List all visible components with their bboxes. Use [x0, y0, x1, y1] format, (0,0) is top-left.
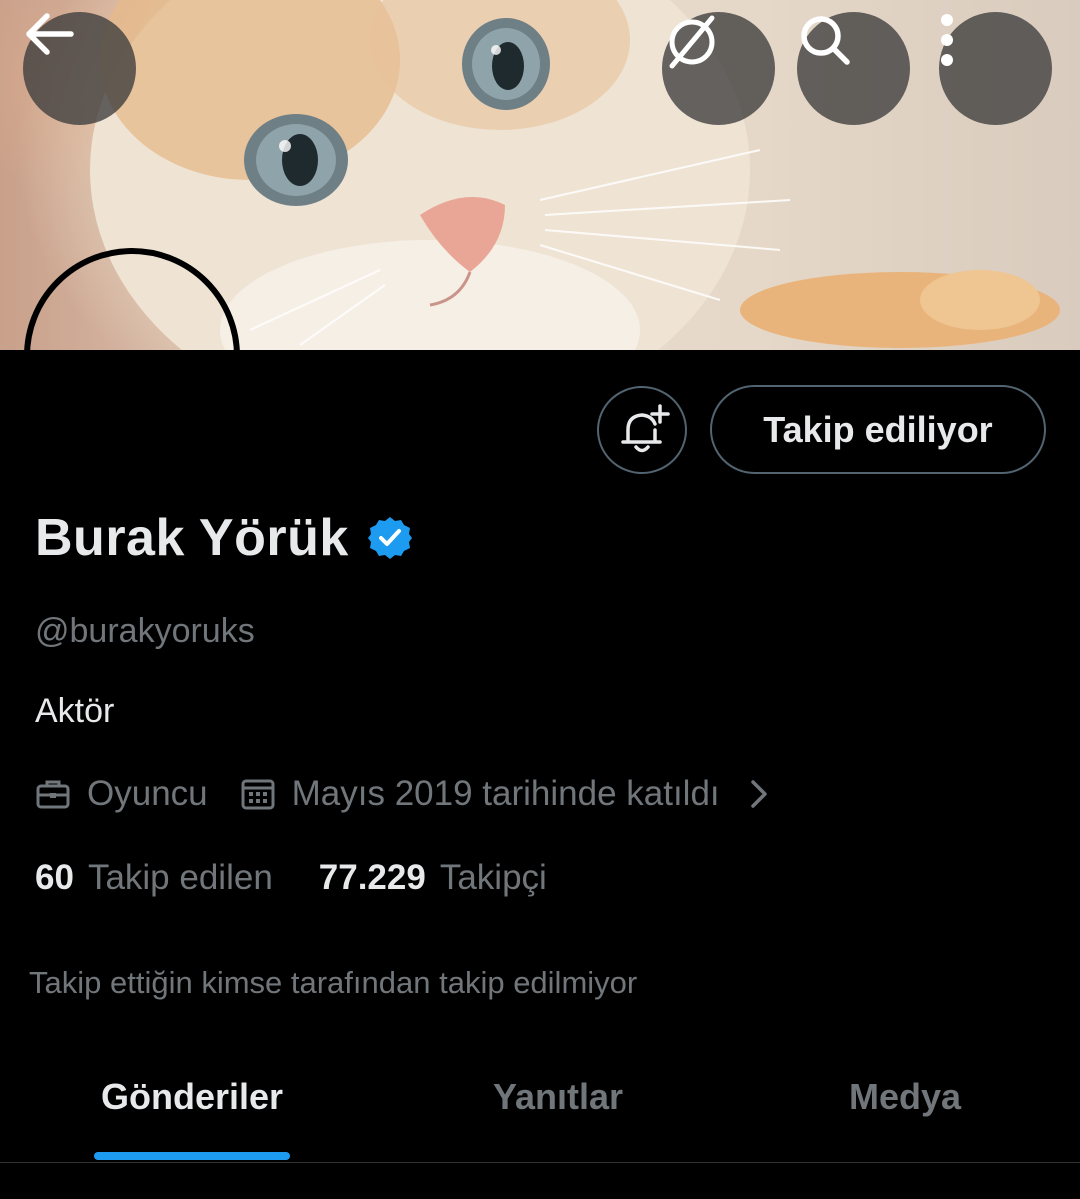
followers-stat[interactable]: 77.229 Takipçi	[319, 858, 547, 898]
back-button[interactable]	[23, 12, 136, 125]
follow-stats: 60 Takip edilen 77.229 Takipçi	[35, 858, 547, 898]
profile-tabs: Gönderiler Yanıtlar Medya	[0, 1060, 1080, 1163]
chevron-right-icon	[750, 780, 767, 808]
tab-posts[interactable]: Gönderiler	[94, 1076, 290, 1118]
grok-icon	[669, 15, 715, 69]
briefcase-icon	[36, 780, 70, 809]
following-label: Takip edilen	[87, 858, 273, 897]
search-button[interactable]	[797, 12, 910, 125]
joined-item[interactable]: Mayıs 2019 tarihinde katıldı	[240, 774, 774, 814]
notify-button[interactable]	[597, 386, 687, 474]
profile-meta: Oyuncu Mayıs 2019 tarihinde katıldı	[35, 774, 774, 814]
followers-label: Takipçi	[439, 858, 547, 897]
following-stat[interactable]: 60 Takip edilen	[35, 858, 273, 898]
grok-button[interactable]	[662, 12, 775, 125]
verified-badge-icon[interactable]	[367, 515, 413, 561]
joined-label: Mayıs 2019 tarihinde katıldı	[291, 774, 720, 813]
profile-bio: Aktör	[35, 692, 115, 730]
profession-label: Oyuncu	[87, 774, 208, 813]
tab-replies[interactable]: Yanıtlar	[468, 1076, 648, 1118]
tab-media[interactable]: Medya	[820, 1076, 990, 1118]
more-vertical-icon	[941, 14, 953, 66]
bell-plus-icon	[621, 404, 670, 453]
more-button[interactable]	[939, 12, 1052, 125]
followers-count: 77.229	[318, 858, 426, 897]
name-row: Burak Yörük	[35, 508, 413, 568]
arrow-left-icon	[26, 13, 74, 55]
following-button[interactable]: Takip ediliyor	[710, 385, 1046, 474]
following-count: 60	[35, 858, 74, 897]
profile-page: Takip ediliyor Burak Yörük @burakyoruks …	[0, 0, 1080, 1199]
profile-name: Burak Yörük	[35, 509, 349, 567]
profession-item: Oyuncu	[35, 774, 208, 814]
active-tab-indicator	[94, 1152, 290, 1160]
profile-handle: @burakyoruks	[35, 612, 255, 650]
calendar-icon	[241, 779, 275, 810]
search-icon	[801, 16, 850, 65]
followed-by-note: Takip ettiğin kimse tarafından takip edi…	[29, 965, 638, 1000]
